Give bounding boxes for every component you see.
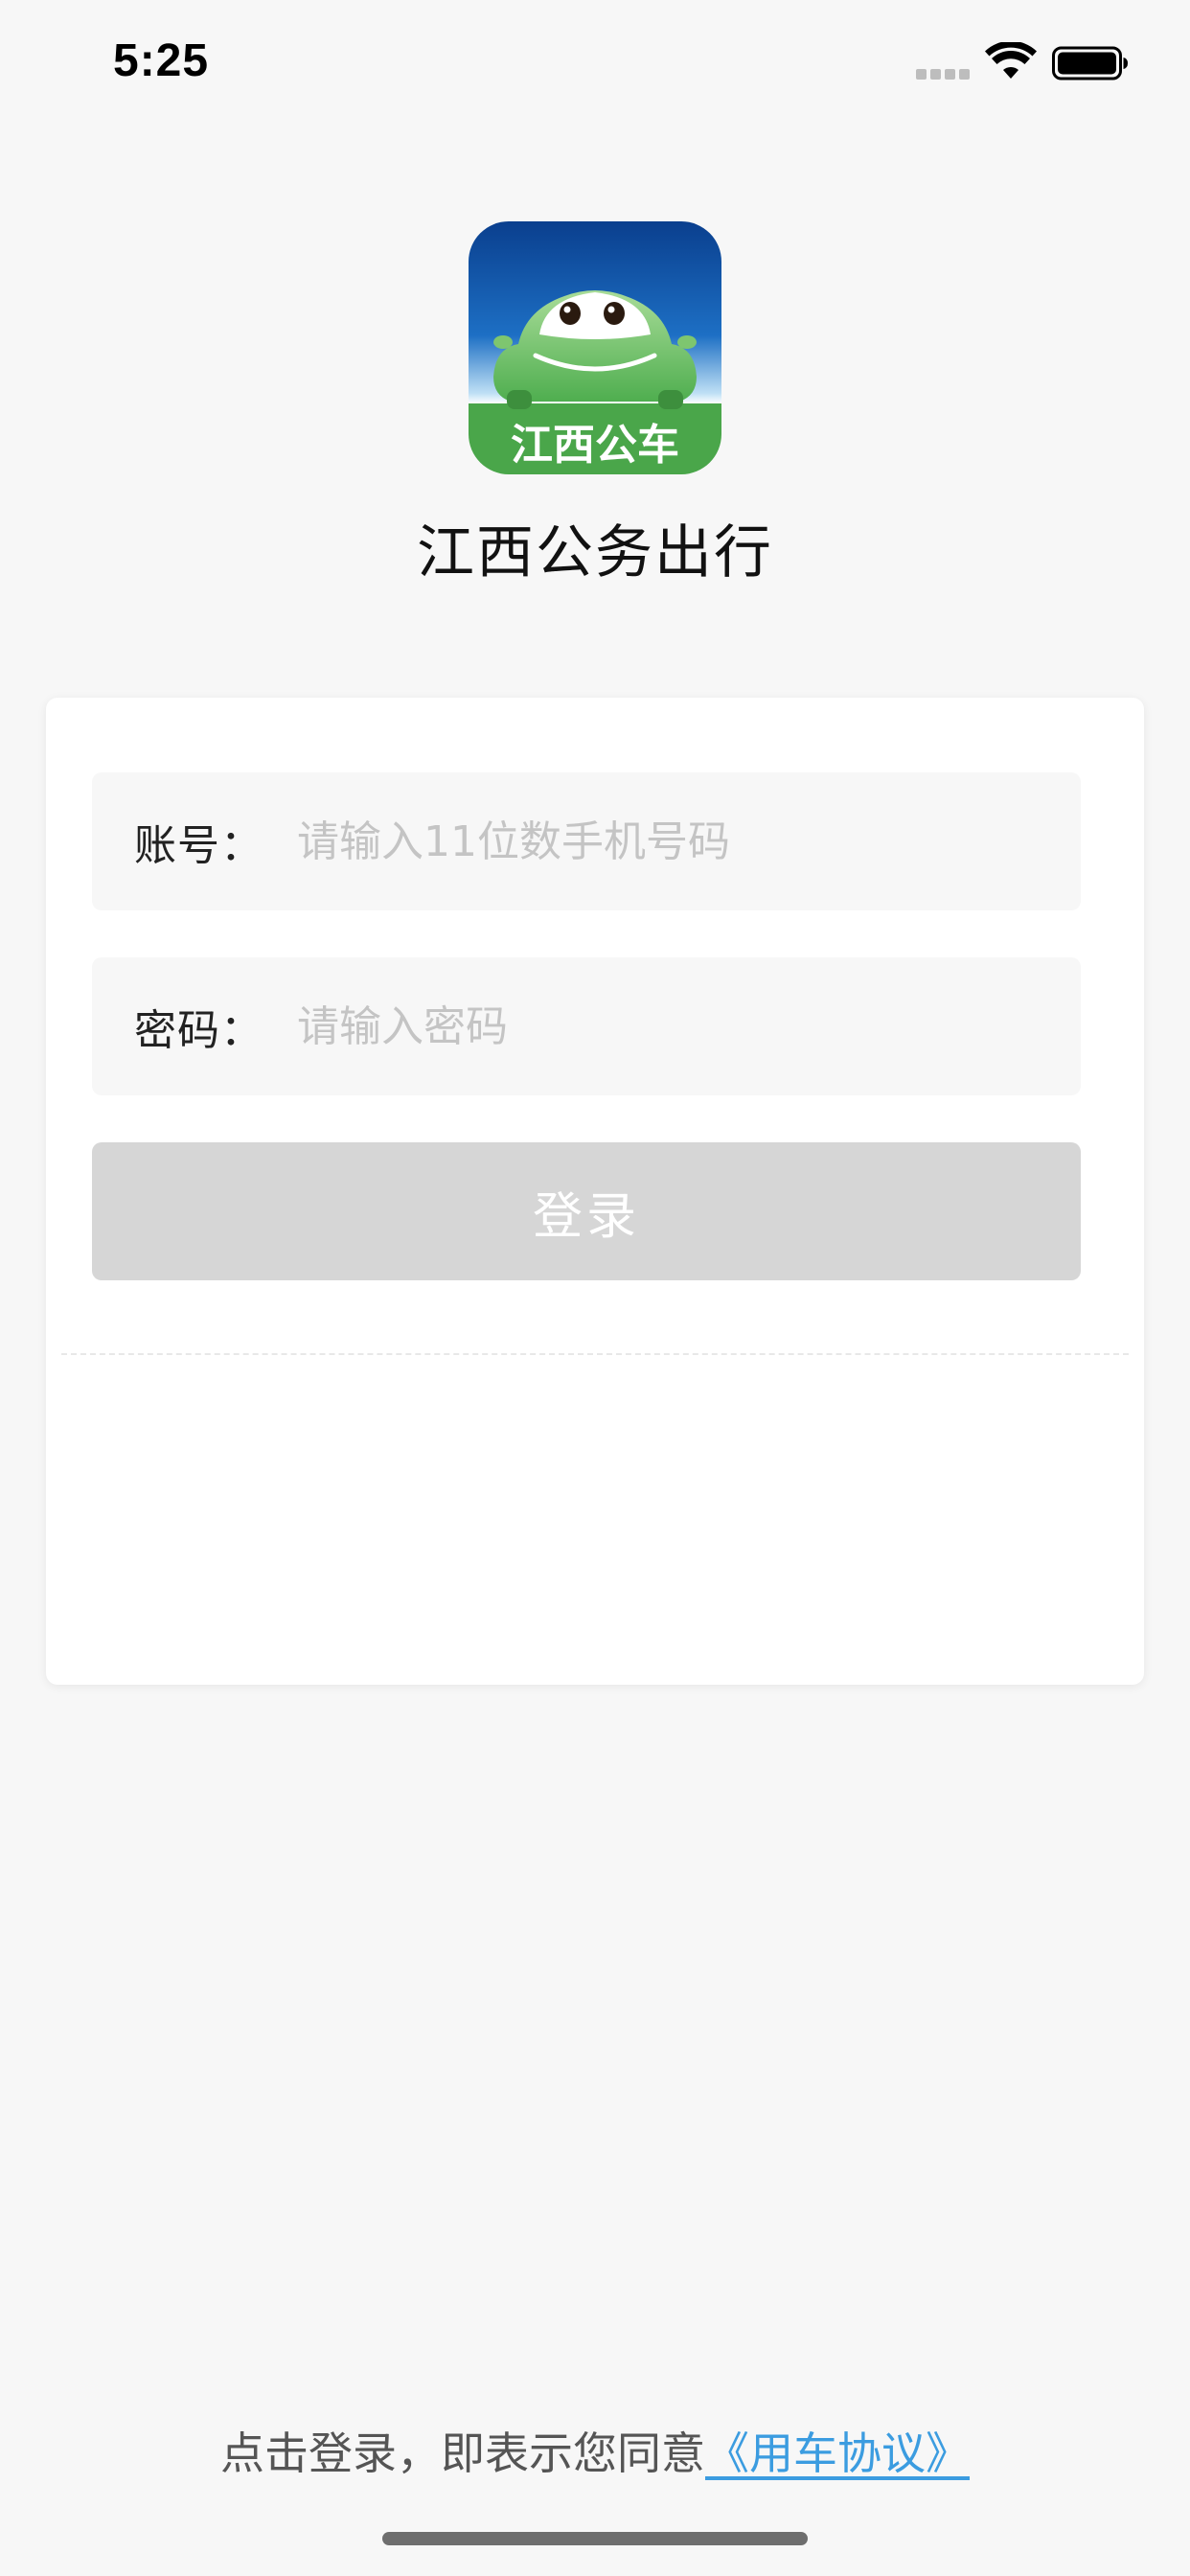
account-field[interactable]: 账号： bbox=[92, 772, 1081, 910]
password-input[interactable] bbox=[297, 957, 1081, 1095]
agreement-prefix: 点击登录，即表示您同意 bbox=[220, 2427, 705, 2479]
account-label: 账号： bbox=[134, 821, 263, 870]
status-bar: 5:25 bbox=[0, 0, 1190, 134]
login-button[interactable]: 登录 bbox=[92, 1142, 1081, 1280]
agreement-text: 点击登录，即表示您同意《用车协议》 bbox=[0, 2419, 1190, 2482]
logo-text: 江西公车 bbox=[511, 421, 679, 470]
cellular-signal-icon bbox=[916, 69, 972, 80]
login-card: 账号： 密码： 登录 bbox=[46, 698, 1144, 1685]
card-divider bbox=[61, 1353, 1129, 1355]
battery-full-icon bbox=[1052, 46, 1128, 80]
account-input[interactable] bbox=[297, 772, 1081, 910]
password-label: 密码： bbox=[134, 1006, 263, 1055]
status-time: 5:25 bbox=[113, 35, 210, 86]
agreement-link[interactable]: 《用车协议》 bbox=[705, 2427, 970, 2479]
app-name: 江西公务出行 bbox=[417, 519, 773, 586]
wifi-icon bbox=[985, 42, 1037, 79]
app-logo: 江西公车 bbox=[469, 221, 721, 474]
home-indicator[interactable] bbox=[382, 2532, 808, 2545]
password-field[interactable]: 密码： bbox=[92, 957, 1081, 1095]
